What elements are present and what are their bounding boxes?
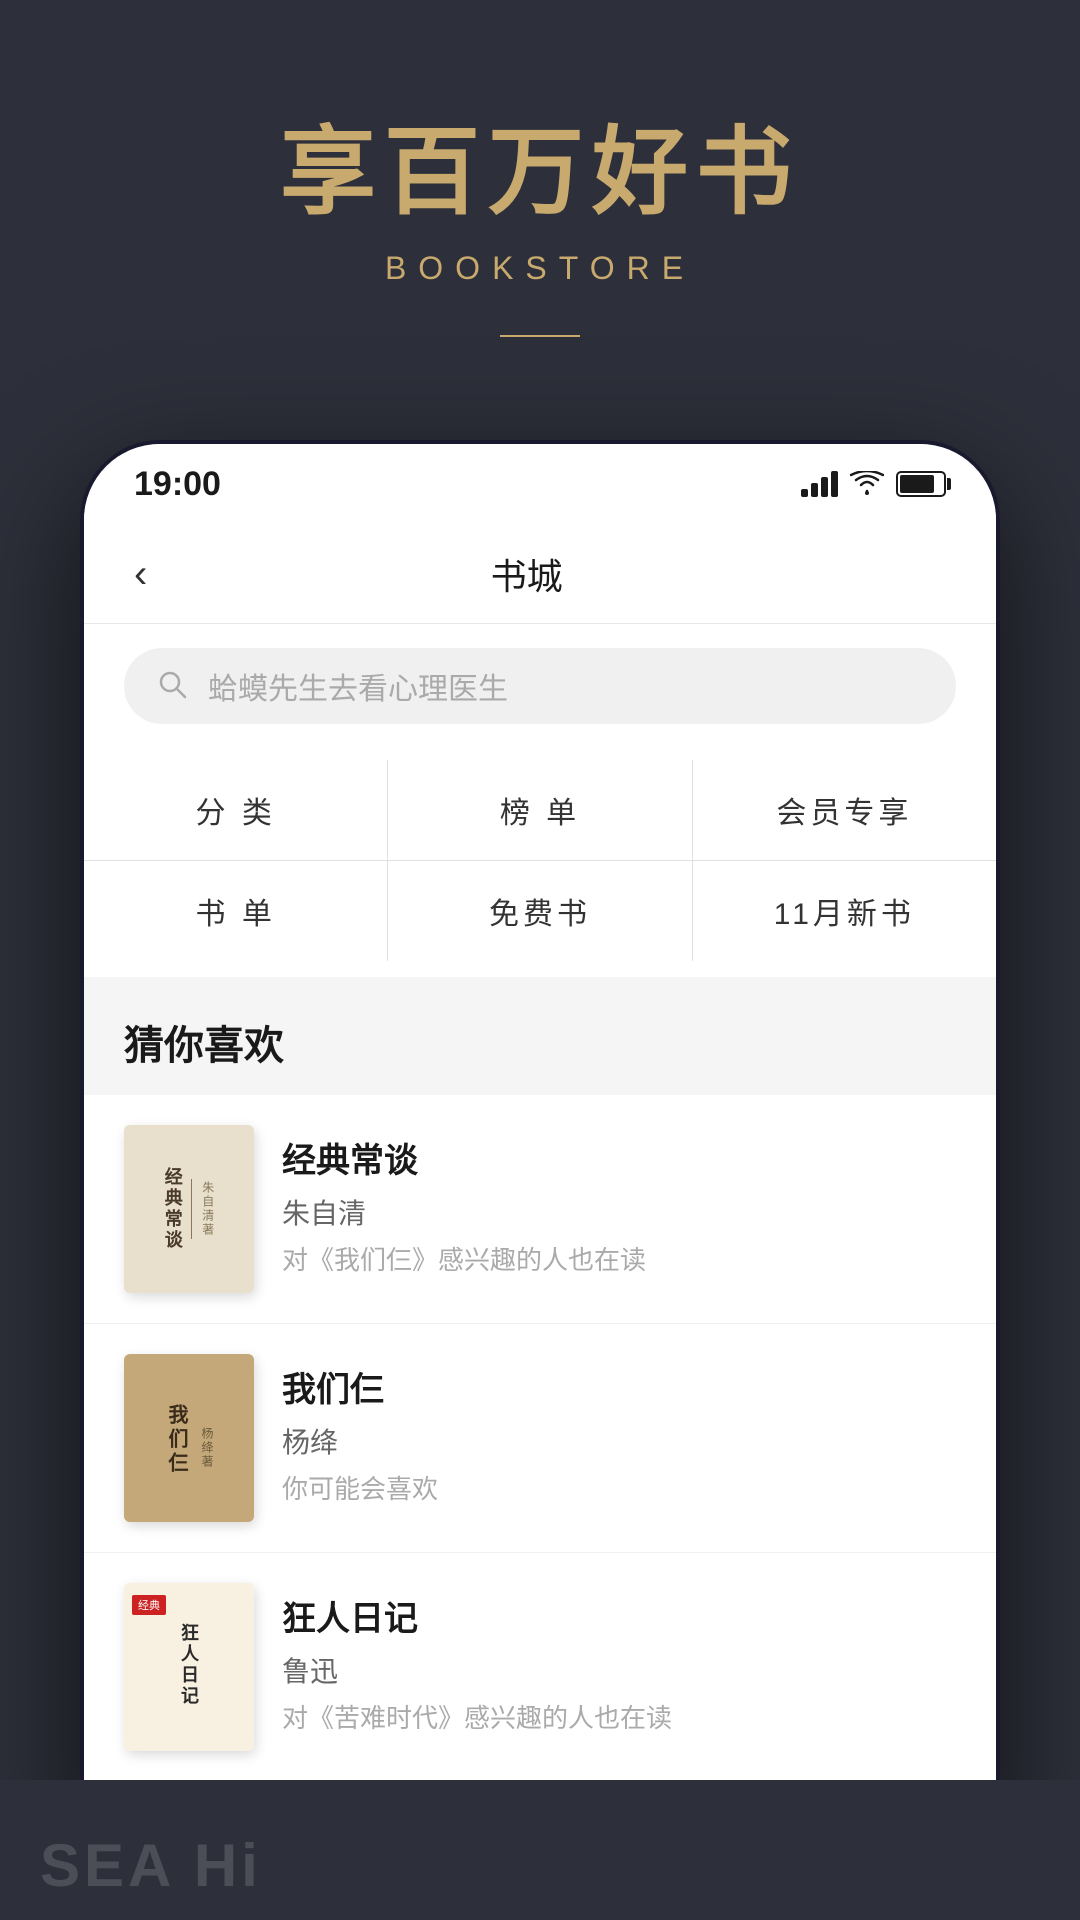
category-grid: 分 类 榜 单 会员专享 书 单 免费书 11月新书 — [84, 744, 996, 977]
cover-3-label: 经典 — [132, 1595, 166, 1615]
book-desc-2: 你可能会喜欢 — [282, 1471, 956, 1507]
search-placeholder: 蛤蟆先生去看心理医生 — [208, 664, 508, 708]
cover-1-divider — [191, 1179, 192, 1239]
search-bar[interactable]: 蛤蟆先生去看心理医生 — [124, 648, 956, 724]
navigation-bar: ‹ 书城 — [84, 524, 996, 624]
book-desc-1: 对《我们仨》感兴趣的人也在读 — [282, 1242, 956, 1278]
bottom-area: SEA Hi — [0, 1780, 1080, 1920]
category-shudan[interactable]: 书 单 — [84, 861, 387, 961]
battery-fill — [900, 475, 934, 493]
category-new[interactable]: 11月新书 — [693, 861, 996, 961]
signal-bar-3 — [821, 477, 828, 497]
book-item-3[interactable]: 经典 狂人日记 狂人日记 鲁迅 对《苦难时代》感兴趣的人也在读 — [84, 1553, 996, 1782]
book-cover-1: 经典常谈 朱自清著 — [124, 1125, 254, 1293]
app-title-chinese: 享百万好书 — [0, 120, 1080, 226]
status-bar: 19:00 — [84, 444, 996, 524]
category-bangdan[interactable]: 榜 单 — [388, 760, 691, 860]
status-icons — [801, 471, 946, 497]
page-title: 书城 — [157, 548, 896, 600]
cover-1-title: 经典常谈 — [161, 1167, 183, 1251]
sea-hi-label: SEA Hi — [40, 1831, 262, 1900]
signal-bar-4 — [831, 471, 838, 497]
book-list: 经典常谈 朱自清著 经典常谈 朱自清 对《我们仨》感兴趣的人也在读 — [84, 1095, 996, 1782]
signal-icon — [801, 471, 838, 497]
phone-screen: 19:00 — [84, 444, 996, 1876]
battery-icon — [896, 471, 946, 497]
book-item-1[interactable]: 经典常谈 朱自清著 经典常谈 朱自清 对《我们仨》感兴趣的人也在读 — [84, 1095, 996, 1324]
signal-bar-2 — [811, 483, 818, 497]
cover-1-subtitle: 朱自清著 — [200, 1181, 217, 1237]
book-desc-3: 对《苦难时代》感兴趣的人也在读 — [282, 1700, 956, 1736]
status-time: 19:00 — [134, 465, 221, 504]
recommend-title: 猜你喜欢 — [84, 977, 996, 1095]
category-vip[interactable]: 会员专享 — [693, 760, 996, 860]
book-info-2: 我们仨 杨绛 你可能会喜欢 — [282, 1354, 956, 1507]
recommend-section: 猜你喜欢 经典常谈 朱自清著 经典常谈 朱自清 对《我们仨》感兴趣的人 — [84, 977, 996, 1876]
app-header: 享百万好书 BOOKSTORE — [0, 0, 1080, 397]
book-info-3: 狂人日记 鲁迅 对《苦难时代》感兴趣的人也在读 — [282, 1583, 956, 1736]
book-cover-2: 我们仨 杨绛著 — [124, 1354, 254, 1522]
cover-2-title: 我们仨 — [162, 1404, 191, 1476]
header-divider — [500, 335, 580, 337]
category-fenlei[interactable]: 分 类 — [84, 760, 387, 860]
book-info-1: 经典常谈 朱自清 对《我们仨》感兴趣的人也在读 — [282, 1125, 956, 1278]
category-free[interactable]: 免费书 — [388, 861, 691, 961]
search-icon — [156, 668, 192, 704]
book-cover-3: 经典 狂人日记 — [124, 1583, 254, 1751]
phone-mockup: 19:00 — [80, 440, 1000, 1880]
signal-bar-1 — [801, 489, 808, 497]
book-name-2: 我们仨 — [282, 1362, 956, 1411]
book-name-3: 狂人日记 — [282, 1591, 956, 1640]
wifi-icon — [850, 471, 884, 497]
back-button[interactable]: ‹ — [124, 544, 157, 604]
book-author-1: 朱自清 — [282, 1192, 956, 1232]
book-name-1: 经典常谈 — [282, 1133, 956, 1182]
book-item-2[interactable]: 我们仨 杨绛著 我们仨 杨绛 你可能会喜欢 — [84, 1324, 996, 1553]
cover-2-author: 杨绛著 — [199, 1427, 216, 1469]
search-container: 蛤蟆先生去看心理医生 — [84, 624, 996, 744]
cover-3-title: 狂人日记 — [176, 1623, 202, 1707]
back-icon: ‹ — [134, 552, 147, 596]
book-author-2: 杨绛 — [282, 1421, 956, 1461]
app-title-english: BOOKSTORE — [0, 250, 1080, 287]
book-author-3: 鲁迅 — [282, 1650, 956, 1690]
